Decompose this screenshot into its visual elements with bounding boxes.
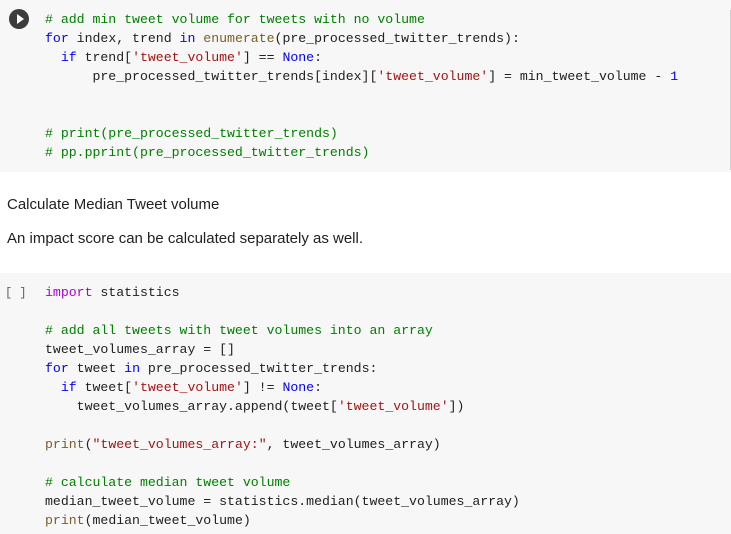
keyword-none: None [282, 50, 315, 65]
string-literal: 'tweet_volume' [337, 399, 449, 414]
keyword-in: in [124, 361, 140, 376]
code-comment: # add all tweets with tweet volumes into… [45, 323, 433, 338]
code-line: tweet_volumes_array = [] [45, 342, 235, 357]
number-literal: 1 [670, 69, 679, 84]
run-cell-button[interactable] [9, 9, 29, 29]
code-line: tweet_volumes_array.append(tweet['tweet_… [45, 399, 465, 414]
keyword-none: None [282, 380, 315, 395]
code-line: print(median_tweet_volume) [45, 513, 251, 528]
code-line: # add all tweets with tweet volumes into… [45, 321, 520, 340]
code-line: if trend['tweet_volume'] == None: [60, 50, 323, 65]
code-line: # add min tweet volume for tweets with n… [45, 10, 678, 29]
keyword-if: if [60, 50, 77, 65]
code-line: median_tweet_volume = statistics.median(… [45, 494, 520, 509]
code-line: for tweet in pre_processed_twitter_trend… [45, 361, 378, 376]
keyword-for: for [45, 31, 69, 46]
string-literal: 'tweet_volume' [132, 50, 243, 65]
keyword-for: for [45, 361, 69, 376]
code-comment: # calculate median tweet volume [45, 475, 291, 490]
code-editor[interactable]: import statistics # add all tweets with … [45, 283, 520, 530]
code-line: # pp.pprint(pre_processed_twitter_trends… [45, 143, 678, 162]
code-line: pre_processed_twitter_trends[index]['twe… [45, 69, 679, 84]
builtin-enumerate: enumerate [203, 31, 275, 46]
text-cell-paragraph: An impact score can be calculated separa… [7, 230, 364, 247]
code-comment: # pp.pprint(pre_processed_twitter_trends… [45, 145, 370, 160]
code-line: # calculate median tweet volume [45, 473, 520, 492]
code-line: # print(pre_processed_twitter_trends) [45, 124, 678, 143]
execution-count[interactable]: [ ] [5, 286, 27, 300]
builtin-print: print [45, 513, 85, 528]
keyword-import: import [45, 285, 93, 300]
string-literal: 'tweet_volume' [132, 380, 243, 395]
code-comment: # add min tweet volume for tweets with n… [45, 12, 425, 27]
code-line: print("tweet_volumes_array:", tweet_volu… [45, 437, 441, 452]
code-line: import statistics [45, 285, 180, 300]
keyword-in: in [179, 31, 196, 46]
code-editor[interactable]: # add min tweet volume for tweets with n… [45, 10, 678, 162]
code-cell-1[interactable]: # add min tweet volume for tweets with n… [0, 0, 731, 172]
builtin-print: print [45, 437, 85, 452]
string-literal: 'tweet_volume' [377, 69, 489, 84]
code-line: for index, trend in enumerate(pre_proces… [45, 31, 520, 46]
code-line: if tweet['tweet_volume'] != None: [60, 380, 323, 395]
code-comment: # print(pre_processed_twitter_trends) [45, 126, 338, 141]
text-cell-heading: Calculate Median Tweet volume [7, 196, 220, 213]
string-literal: "tweet_volumes_array:" [92, 437, 267, 452]
keyword-if: if [60, 380, 77, 395]
code-cell-2[interactable]: [ ] import statistics # add all tweets w… [0, 273, 731, 534]
